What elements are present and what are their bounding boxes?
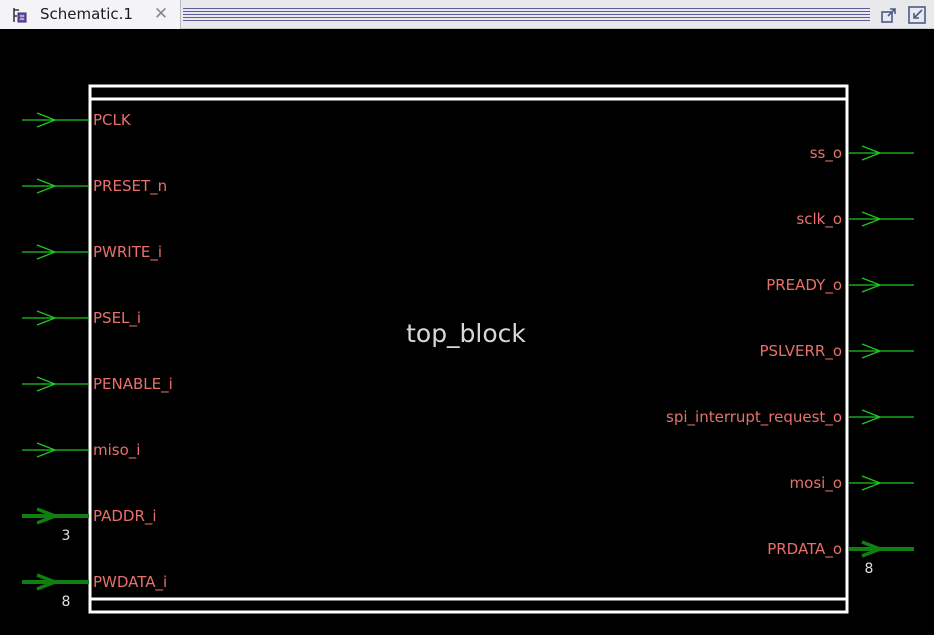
block-ports: PCLK PRESET_n PWRITE_i PSEL_i PENABLE_i miso_… (22, 111, 914, 610)
block-name: top_block (406, 319, 526, 348)
schematic-icon (13, 8, 27, 23)
output-port-ss-o[interactable]: ss_o (810, 144, 914, 163)
output-port-mosi-o[interactable]: mosi_o (790, 474, 914, 493)
input-port-label: PWDATA_i (93, 573, 167, 592)
output-port-spi-interrupt-request-o[interactable]: spi_interrupt_request_o (666, 408, 914, 427)
input-port-preset-n[interactable]: PRESET_n (22, 177, 167, 196)
block-outline[interactable] (88, 84, 849, 614)
editor-tab-bar: Schematic.1 ✕ (0, 0, 934, 29)
bus-width-label: 8 (865, 561, 874, 577)
input-port-label: miso_i (93, 441, 140, 460)
input-port-label: PSEL_i (93, 309, 141, 328)
output-port-prdata-o[interactable]: PRDATA_o 8 (767, 540, 914, 577)
output-port-pready-o[interactable]: PREADY_o (766, 276, 914, 295)
output-port-label: spi_interrupt_request_o (666, 408, 842, 427)
float-window-icon[interactable] (879, 5, 899, 25)
tab-schematic[interactable]: Schematic.1 ✕ (0, 0, 181, 29)
output-port-label: mosi_o (790, 474, 842, 493)
input-port-psel-i[interactable]: PSEL_i (22, 309, 141, 328)
output-port-label: PREADY_o (766, 276, 842, 295)
output-port-label: PRDATA_o (767, 540, 842, 559)
output-port-label: sclk_o (796, 210, 842, 229)
input-port-label: PADDR_i (93, 507, 157, 526)
output-port-sclk-o[interactable]: sclk_o (796, 210, 914, 229)
input-port-pwdata-i[interactable]: PWDATA_i 8 (22, 573, 167, 610)
input-port-label: PRESET_n (93, 177, 167, 196)
input-port-pwrite-i[interactable]: PWRITE_i (22, 243, 162, 262)
output-port-pslverr-o[interactable]: PSLVERR_o (759, 342, 914, 361)
input-port-pclk[interactable]: PCLK (22, 111, 132, 129)
output-port-label: ss_o (810, 144, 842, 163)
minimize-window-icon[interactable] (907, 5, 927, 25)
close-icon[interactable]: ✕ (152, 5, 170, 23)
schematic-canvas[interactable]: top_block PCLK PRESET_n PWRITE_i PSEL_i PENA… (0, 29, 934, 635)
input-port-label: PWRITE_i (93, 243, 162, 262)
bus-width-label: 8 (62, 594, 71, 610)
output-port-label: PSLVERR_o (759, 342, 842, 361)
input-port-penable-i[interactable]: PENABLE_i (22, 375, 173, 394)
bus-width-label: 3 (62, 528, 71, 544)
input-port-label: PCLK (93, 111, 132, 129)
input-port-label: PENABLE_i (93, 375, 173, 394)
tab-title: Schematic.1 (40, 5, 133, 23)
tab-bar-drag-grip[interactable] (183, 8, 870, 21)
input-port-miso-i[interactable]: miso_i (22, 441, 140, 460)
